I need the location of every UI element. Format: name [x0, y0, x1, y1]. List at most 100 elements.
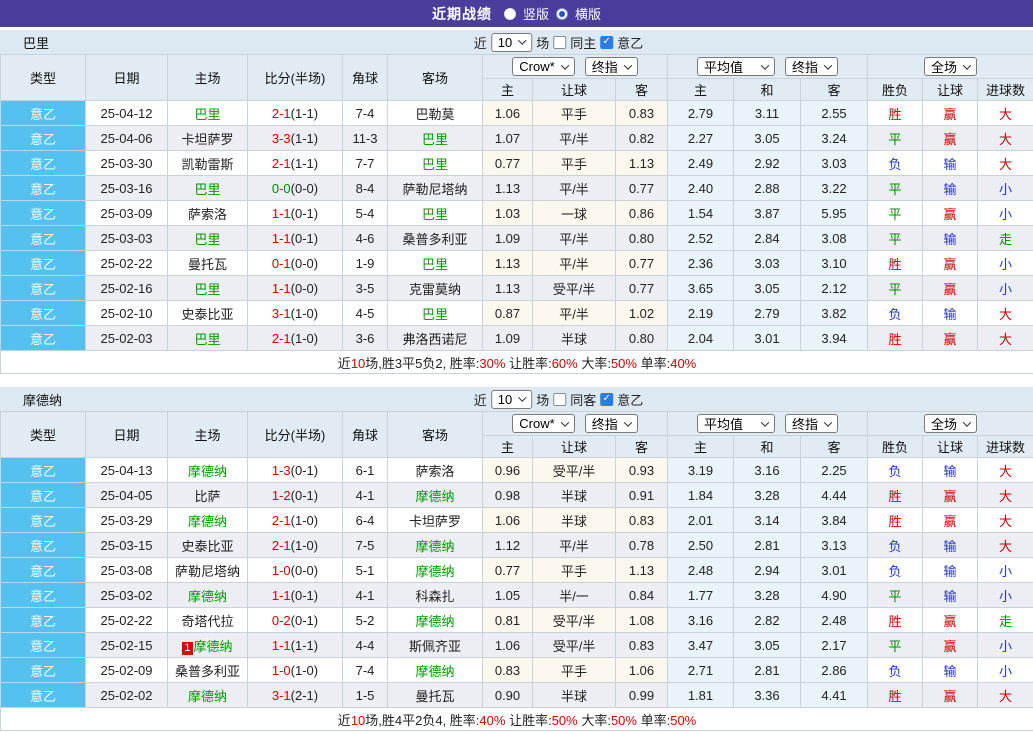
result-handicap-cell-value: 赢	[944, 332, 957, 347]
away-odds-cell: 0.78	[616, 533, 668, 558]
bookmaker-select-1[interactable]: Crow*	[512, 414, 574, 433]
same-venue-checkbox[interactable]	[553, 36, 566, 49]
away-team-link[interactable]: 摩德纳	[415, 614, 454, 629]
result-goals-cell-value: 小	[999, 589, 1012, 604]
home-team-link[interactable]: 巴里	[194, 282, 220, 297]
away-odds-cell: 1.13	[616, 558, 668, 583]
away-team-cell: 摩德纳	[388, 533, 483, 558]
fulltime-select-1[interactable]: 全场	[924, 414, 977, 433]
fulltime-score: 3-1	[272, 306, 291, 321]
away-team-link[interactable]: 摩德纳	[415, 564, 454, 579]
away-team-link[interactable]: 萨勒尼塔纳	[402, 182, 467, 197]
away-team-link[interactable]: 科森扎	[415, 589, 454, 604]
summary-stat-label: 大率:	[578, 713, 611, 728]
away-team-link[interactable]: 巴里	[422, 207, 448, 222]
same-venue-checkbox[interactable]	[553, 393, 566, 406]
away-team-cell: 斯佩齐亚	[388, 633, 483, 658]
corner-cell: 4-4	[343, 633, 388, 658]
handicap-cell: 半球	[533, 508, 616, 533]
away-team-link[interactable]: 曼托瓦	[415, 689, 454, 704]
home-team-link[interactable]: 奇塔代拉	[181, 614, 233, 629]
league-checkbox[interactable]	[600, 36, 613, 49]
summary-row: 近10场,胜4平2负4, 胜率:40% 让胜率:50% 大率:50% 单率:50…	[1, 708, 1033, 731]
summary-stat-value: 30%	[479, 356, 505, 371]
bookmaker-select-2[interactable]: 终指	[585, 414, 638, 433]
home-team-link[interactable]: 摩德纳	[194, 639, 233, 654]
games-count-select[interactable]: 10	[491, 390, 532, 409]
result-handicap-cell: 输	[923, 558, 978, 583]
league-checkbox[interactable]	[600, 393, 613, 406]
home-odds-cell: 0.96	[483, 458, 533, 483]
home-team-cell: 1摩德纳	[168, 633, 248, 658]
score-cell: 3-1(2-1)	[248, 683, 343, 708]
away-team-link[interactable]: 摩德纳	[415, 664, 454, 679]
away-team-link[interactable]: 摩德纳	[415, 489, 454, 504]
average-select-2[interactable]: 终指	[785, 57, 838, 76]
away-team-link[interactable]: 巴勒莫	[415, 107, 454, 122]
home-team-link[interactable]: 萨勒尼塔纳	[175, 564, 240, 579]
chevron-down-icon	[518, 36, 526, 44]
avg-away-cell: 4.44	[801, 483, 868, 508]
bookmaker-select-2[interactable]: 终指	[585, 57, 638, 76]
away-team-link[interactable]: 巴里	[422, 307, 448, 322]
away-team-link[interactable]: 摩德纳	[415, 539, 454, 554]
home-team-link[interactable]: 巴里	[194, 107, 220, 122]
vertical-layout-radio[interactable]	[504, 8, 516, 20]
home-team-link[interactable]: 史泰比亚	[181, 307, 233, 322]
away-team-link[interactable]: 萨索洛	[415, 464, 454, 479]
away-team-link[interactable]: 斯佩齐亚	[409, 639, 461, 654]
same-venue-label: 同主	[570, 33, 596, 52]
away-team-link[interactable]: 桑普多利亚	[402, 232, 467, 247]
average-select-1[interactable]: 平均值	[697, 414, 775, 433]
result-wdl-cell: 平	[868, 226, 923, 251]
home-team-link[interactable]: 巴里	[194, 232, 220, 247]
match-row: 意乙25-04-13摩德纳1-3(0-1)6-1萨索洛0.96受平/半0.933…	[1, 458, 1033, 483]
average-select-2-value: 终指	[792, 414, 818, 433]
away-team-link[interactable]: 卡坦萨罗	[409, 514, 461, 529]
home-team-link[interactable]: 巴里	[194, 182, 220, 197]
result-handicap-cell: 赢	[923, 326, 978, 351]
away-team-link[interactable]: 克雷莫纳	[409, 282, 461, 297]
result-handicap-cell-value: 输	[944, 464, 957, 479]
home-team-link[interactable]: 曼托瓦	[188, 257, 227, 272]
result-goals-cell: 小	[978, 658, 1033, 683]
summary-stat-label: 单率:	[637, 713, 670, 728]
away-team-link[interactable]: 弗洛西诺尼	[402, 332, 467, 347]
score-cell: 0-1(0-0)	[248, 251, 343, 276]
away-team-cell: 巴里	[388, 201, 483, 226]
score-cell: 0-0(0-0)	[248, 176, 343, 201]
result-wdl-cell-value: 负	[889, 664, 902, 679]
date-cell: 25-03-30	[86, 151, 168, 176]
horizontal-layout-radio[interactable]	[556, 8, 568, 20]
home-team-link[interactable]: 摩德纳	[188, 514, 227, 529]
halftime-score: (0-0)	[291, 281, 318, 296]
fulltime-group-header: 全场	[868, 55, 1033, 79]
home-team-link[interactable]: 摩德纳	[188, 689, 227, 704]
home-team-link[interactable]: 比萨	[194, 489, 220, 504]
home-team-link[interactable]: 卡坦萨罗	[181, 132, 233, 147]
home-team-cell: 巴里	[168, 326, 248, 351]
games-count-select[interactable]: 10	[491, 33, 532, 52]
home-team-link[interactable]: 巴里	[194, 332, 220, 347]
home-team-link[interactable]: 摩德纳	[188, 464, 227, 479]
fulltime-select-1[interactable]: 全场	[924, 57, 977, 76]
date-cell: 25-03-09	[86, 201, 168, 226]
home-team-link[interactable]: 桑普多利亚	[175, 664, 240, 679]
away-team-link[interactable]: 巴里	[422, 157, 448, 172]
average-select-2[interactable]: 终指	[785, 414, 838, 433]
away-team-link[interactable]: 巴里	[422, 257, 448, 272]
home-team-link[interactable]: 萨索洛	[188, 207, 227, 222]
average-select-1[interactable]: 平均值	[697, 57, 775, 76]
away-team-link[interactable]: 巴里	[422, 132, 448, 147]
match-row: 意乙25-04-12巴里2-1(1-1)7-4巴勒莫1.06平手0.832.79…	[1, 101, 1033, 126]
home-team-link[interactable]: 史泰比亚	[181, 539, 233, 554]
result-goals-cell: 大	[978, 458, 1033, 483]
league-type-cell: 意乙	[1, 683, 86, 708]
bookmaker-select-1[interactable]: Crow*	[512, 57, 574, 76]
near-label: 近	[474, 33, 487, 52]
home-team-link[interactable]: 凯勒雷斯	[181, 157, 233, 172]
date-cell: 25-03-29	[86, 508, 168, 533]
avg-draw-cell: 3.16	[734, 458, 801, 483]
home-team-link[interactable]: 摩德纳	[188, 589, 227, 604]
summary-stat-label: 场,胜3平5负2, 胜率:	[365, 356, 479, 371]
